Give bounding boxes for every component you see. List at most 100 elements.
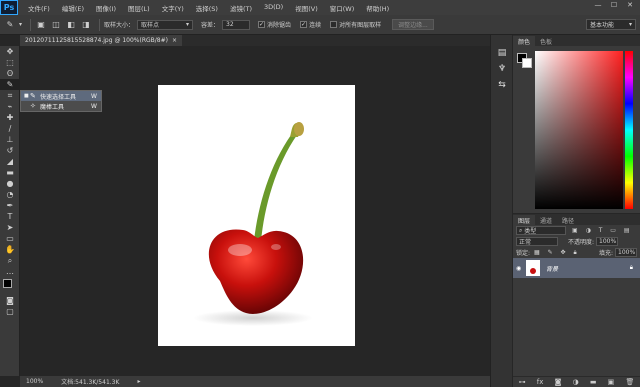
opacity-input[interactable]: 100% (596, 237, 619, 246)
quick-select-icon: ✎ (30, 92, 36, 100)
foreground-color[interactable] (3, 279, 12, 288)
layer-row-background[interactable]: ◉ 背景 🔒︎ (513, 258, 640, 278)
refine-edge-button[interactable]: 调整边缘... (392, 19, 434, 30)
gradient-tool-icon[interactable]: ▬ (0, 167, 20, 178)
menu-item[interactable]: 选择(S) (190, 3, 224, 13)
delete-layer-icon[interactable]: 🗑︎ (625, 378, 634, 386)
hue-slider[interactable] (625, 51, 633, 209)
new-selection-icon[interactable]: ▣ (35, 19, 47, 31)
chevron-down-icon: ▾ (628, 21, 632, 28)
link-layers-icon[interactable]: ⊶ (519, 378, 526, 386)
add-selection-icon[interactable]: ◫ (50, 19, 62, 31)
screen-mode-icon[interactable]: ▢ (0, 306, 20, 317)
blend-mode-select[interactable]: 正常 (516, 237, 558, 246)
history-brush-icon[interactable]: ↺ (0, 145, 20, 156)
chevron-down-icon: ▾ (186, 21, 190, 28)
history-panel-icon[interactable]: ▤ (491, 45, 513, 61)
eraser-tool-icon[interactable]: ◢ (0, 156, 20, 167)
document-tab[interactable]: 20120711125815528874.jpg @ 100%(RGB/8#) … (20, 35, 183, 46)
tolerance-input[interactable]: 32 (222, 19, 251, 30)
close-button[interactable]: ✕ (624, 1, 636, 9)
tool-preset-chevron-icon[interactable]: ▾ (19, 21, 22, 28)
workspace-select[interactable]: 基本功能 ▾ (586, 19, 636, 30)
pen-tool-icon[interactable]: ✒ (0, 200, 20, 211)
crop-tool-icon[interactable]: ⌗ (0, 90, 20, 101)
flyout-item-quick-select[interactable]: ■ ✎ 快速选择工具 W (21, 91, 101, 101)
fill-input[interactable]: 100% (615, 248, 637, 257)
layer-lock-icon: 🔒︎ (629, 264, 633, 271)
tab-channels[interactable]: 通道 (535, 215, 557, 225)
menu-item[interactable]: 帮助(H) (360, 3, 395, 13)
tools-panel: ✥ ⬚ ʘ ✎ ⌗ ⌁ ✚ ∕ ⊥ ↺ ◢ ▬ ● ◔ ✒ T ➤ ▭ ✋ ⌕ … (0, 46, 20, 376)
eyedropper-tool-icon[interactable]: ⌁ (0, 101, 20, 112)
color-field[interactable] (535, 51, 623, 209)
quick-mask-icon[interactable]: ◙ (0, 295, 20, 306)
menu-item[interactable]: 图层(L) (122, 3, 156, 13)
sample-size-select[interactable]: 取样点 ▾ (137, 19, 194, 30)
quick-select-tool-icon[interactable]: ✎ (4, 19, 16, 31)
layer-mask-icon[interactable]: ◙ (555, 378, 562, 386)
layer-filter-icons[interactable]: ▣ ◑ T ▭ ▤ (572, 227, 633, 234)
contiguous-label: 连续 (309, 22, 322, 29)
quick-select-tool-icon[interactable]: ✎ (0, 79, 20, 90)
zoom-level[interactable]: 100% (26, 378, 43, 385)
layer-kind-value: 类型 (524, 228, 537, 235)
new-layer-icon[interactable]: ▣ (608, 378, 615, 386)
tool-more-icon[interactable]: … (0, 266, 20, 277)
lock-label: 锁定: (516, 250, 531, 257)
maximize-button[interactable]: ☐ (608, 1, 620, 9)
antialias-label: 消除锯齿 (267, 22, 292, 29)
intersect-selection-icon[interactable]: ◨ (80, 19, 92, 31)
brush-tool-icon[interactable]: ∕ (0, 123, 20, 134)
clone-stamp-icon[interactable]: ⊥ (0, 134, 20, 145)
blur-tool-icon[interactable]: ● (0, 178, 20, 189)
close-tab-icon[interactable]: × (172, 37, 177, 44)
type-tool-icon[interactable]: T (0, 211, 20, 222)
sample-size-label: 取样大小： (104, 22, 135, 29)
hand-tool-icon[interactable]: ✋ (0, 244, 20, 255)
antialias-checkbox[interactable]: ✓ (258, 21, 266, 28)
healing-brush-icon[interactable]: ✚ (0, 112, 20, 123)
group-icon[interactable]: ▬ (590, 378, 597, 386)
lock-icons[interactable]: ▦ ✎ ✥ 🔒︎ (534, 249, 580, 257)
minimize-button[interactable]: — (592, 1, 604, 9)
marquee-tool-icon[interactable]: ⬚ (0, 57, 20, 68)
layer-style-icon[interactable]: fx (537, 378, 544, 386)
tab-layers[interactable]: 图层 (513, 215, 536, 225)
menu-item[interactable]: 3D(D) (258, 3, 289, 13)
sample-all-label: 对所有图层取样 (339, 22, 382, 29)
lasso-tool-icon[interactable]: ʘ (0, 68, 20, 79)
sample-all-checkbox[interactable] (330, 21, 338, 28)
visibility-eye-icon[interactable]: ◉ (516, 265, 526, 272)
menu-item[interactable]: 文件(F) (22, 3, 56, 13)
menu-item[interactable]: 图像(I) (90, 3, 122, 13)
path-select-icon[interactable]: ➤ (0, 222, 20, 233)
layer-kind-select[interactable]: ⌕ 类型 (516, 226, 566, 235)
menu-item[interactable]: 滤镜(T) (224, 3, 258, 13)
flyout-item-magic-wand[interactable]: ✧ 魔棒工具 W (21, 101, 101, 111)
menu-item[interactable]: 文字(Y) (156, 3, 190, 13)
subtract-selection-icon[interactable]: ◧ (65, 19, 77, 31)
flyout-item-label: 快速选择工具 (40, 93, 77, 101)
adjustments-panel-icon[interactable]: ⇆ (491, 77, 513, 93)
color-swatches[interactable] (0, 277, 19, 295)
shape-tool-icon[interactable]: ▭ (0, 233, 20, 244)
menu-item[interactable]: 编辑(E) (56, 3, 90, 13)
magic-wand-icon: ✧ (30, 102, 36, 110)
menu-item[interactable]: 视图(V) (289, 3, 324, 13)
dodge-tool-icon[interactable]: ◔ (0, 189, 20, 200)
zoom-tool-icon[interactable]: ⌕ (0, 255, 20, 266)
menu-bar: Ps 文件(F) 编辑(E) 图像(I) 图层(L) 文字(Y) 选择(S) 滤镜(T) 3D… (0, 0, 640, 15)
status-arrow-icon[interactable]: ▸ (137, 378, 140, 385)
tab-swatches[interactable]: 色板 (535, 36, 557, 46)
move-tool-icon[interactable]: ✥ (0, 46, 20, 57)
contiguous-checkbox[interactable]: ✓ (300, 21, 308, 28)
tab-paths[interactable]: 路径 (557, 215, 579, 225)
layer-thumbnail (526, 260, 540, 276)
background-swatch[interactable] (522, 58, 532, 68)
properties-panel-icon[interactable]: ♆ (491, 61, 513, 77)
adjustment-layer-icon[interactable]: ◑ (573, 378, 579, 386)
layers-footer: ⊶ fx ◙ ◑ ▬ ▣ 🗑︎ (513, 376, 640, 387)
tab-color[interactable]: 颜色 (513, 36, 536, 46)
menu-item[interactable]: 窗口(W) (324, 3, 361, 13)
